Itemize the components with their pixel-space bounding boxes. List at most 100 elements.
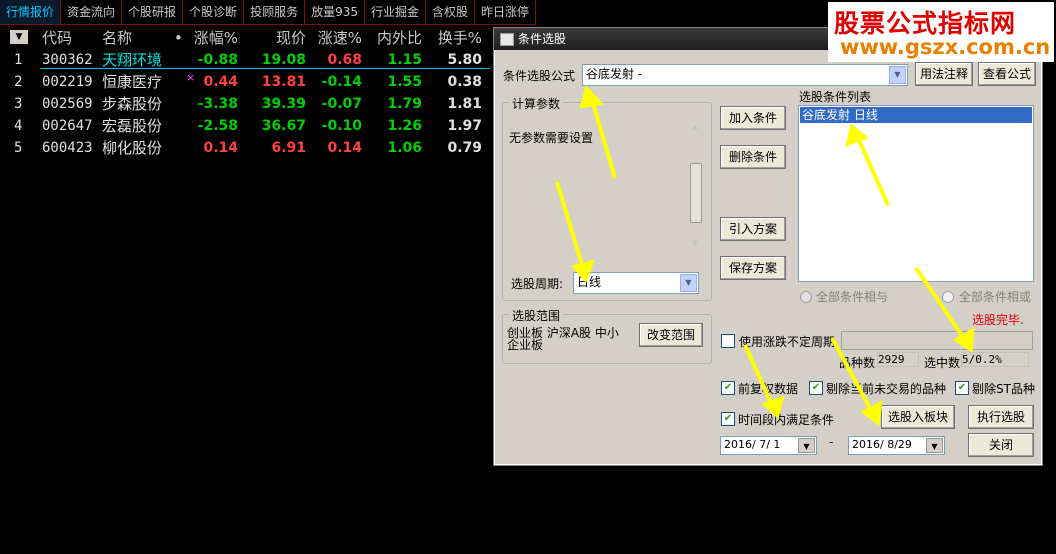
option-label[interactable]: 前复权数据 bbox=[738, 380, 798, 397]
selected-value: 5/0.2% bbox=[961, 352, 1029, 367]
row-index: 3 bbox=[14, 96, 23, 112]
selected-row-underline bbox=[40, 68, 490, 69]
formula-value: 谷底发射 - bbox=[586, 67, 643, 81]
header-change[interactable]: 涨幅% bbox=[194, 27, 238, 49]
option-checkbox[interactable]: ✔ bbox=[721, 381, 735, 395]
turnover-rate: 1.97 bbox=[447, 118, 482, 134]
condition-list-title: 选股条件列表 bbox=[799, 90, 872, 104]
condition-list[interactable]: 谷底发射 日线 bbox=[798, 105, 1034, 282]
current-price: 39.39 bbox=[261, 96, 306, 112]
tab-item[interactable]: 个股研报 bbox=[122, 0, 184, 25]
period-label: 选股周期: bbox=[511, 277, 564, 291]
header-price[interactable]: 现价 bbox=[276, 27, 306, 49]
formula-label: 条件选股公式 bbox=[503, 69, 576, 83]
selected-label: 选中数 bbox=[924, 356, 961, 370]
chevron-down-icon[interactable]: ▼ bbox=[798, 438, 815, 453]
watermark-logo: 股票公式指标网 www.gszx.com.cn bbox=[828, 2, 1054, 62]
add-condition-button[interactable]: 加入条件 bbox=[720, 106, 786, 130]
header-code[interactable]: 代码 bbox=[42, 27, 72, 49]
change-percent: -3.38 bbox=[197, 96, 238, 112]
radio-or-label[interactable]: 全部条件相或 bbox=[959, 288, 1031, 305]
close-button[interactable]: 关闭 bbox=[968, 433, 1034, 457]
stock-code: 002647 bbox=[42, 118, 93, 134]
change-percent: 0.14 bbox=[203, 140, 238, 156]
header-name[interactable]: 名称 bbox=[102, 27, 132, 49]
turnover-rate: 1.81 bbox=[447, 96, 482, 112]
in-out-ratio: 1.79 bbox=[387, 96, 422, 112]
stock-code: 002569 bbox=[42, 96, 93, 112]
use-period-label[interactable]: 使用涨跌不定周期 bbox=[739, 333, 835, 350]
stock-name: 步森股份 bbox=[102, 95, 163, 113]
table-header: ▼ 代码 名称 • 涨幅% 现价 涨速% 内外比 换手% bbox=[0, 27, 492, 49]
calc-params-title: 计算参数 bbox=[509, 95, 564, 112]
add-to-block-button[interactable]: 选股入板块 bbox=[881, 405, 955, 429]
end-date-picker[interactable]: 2016/ 8/29 ▼ bbox=[848, 436, 945, 455]
tab-item[interactable]: 放量935 bbox=[305, 0, 365, 25]
change-speed: 0.14 bbox=[327, 140, 362, 156]
period-select[interactable]: 日线 ▼ bbox=[573, 272, 699, 294]
current-price: 36.67 bbox=[261, 118, 306, 134]
option-checkbox[interactable]: ✔ bbox=[809, 381, 823, 395]
formula-select[interactable]: 谷底发射 - ▼ bbox=[582, 64, 908, 86]
header-speed[interactable]: 涨速% bbox=[318, 27, 362, 49]
status-text: 选股完毕. bbox=[972, 313, 1024, 327]
row-index: 4 bbox=[14, 118, 23, 134]
radio-or[interactable] bbox=[942, 291, 954, 303]
stock-screener-dialog: 条件选股 条件选股公式 谷底发射 - ▼ 用法注释 查看公式 计算参数 无参数需… bbox=[493, 27, 1043, 466]
range-title: 选股范围 bbox=[509, 307, 564, 324]
chevron-down-icon[interactable]: ▼ bbox=[889, 66, 906, 84]
start-date-value: 2016/ 7/ 1 bbox=[724, 438, 781, 451]
import-plan-button[interactable]: 引入方案 bbox=[720, 217, 786, 241]
tab-item[interactable]: 含权股 bbox=[426, 0, 476, 25]
change-speed: -0.07 bbox=[321, 96, 362, 112]
time-range-label[interactable]: 时间段内满足条件 bbox=[738, 411, 834, 428]
table-row[interactable]: 5 600423 柳化股份 0.14 6.91 0.14 1.06 0.79 bbox=[0, 137, 492, 159]
tab-item[interactable]: 行业掘金 bbox=[364, 0, 426, 25]
view-formula-button[interactable]: 查看公式 bbox=[978, 62, 1036, 86]
delete-condition-button[interactable]: 删除条件 bbox=[720, 145, 786, 169]
table-row[interactable]: 4 002647 宏磊股份 -2.58 36.67 -0.10 1.26 1.97 bbox=[0, 115, 492, 137]
radio-and[interactable] bbox=[800, 291, 812, 303]
option-label[interactable]: 剔除当前未交易的品种 bbox=[826, 380, 946, 397]
table-row[interactable]: 3 002569 步森股份 -3.38 39.39 -0.07 1.79 1.81 bbox=[0, 93, 492, 115]
tab-item[interactable]: 资金流向 bbox=[61, 0, 123, 25]
option-label[interactable]: 剔除ST品种 bbox=[972, 380, 1035, 397]
condition-list-item[interactable]: 谷底发射 日线 bbox=[800, 107, 1032, 123]
tab-item[interactable]: 行情报价 bbox=[0, 0, 62, 25]
count-label: 品种数 bbox=[839, 356, 876, 370]
time-range-checkbox[interactable]: ✔ bbox=[721, 412, 735, 426]
start-date-picker[interactable]: 2016/ 7/ 1 ▼ bbox=[720, 436, 817, 455]
header-ratio[interactable]: 内外比 bbox=[377, 27, 422, 49]
tab-item[interactable]: 个股诊断 bbox=[183, 0, 245, 25]
table-body: 1 300362 天翔环境 -0.88 19.08 0.68 1.15 5.80 2 002219… bbox=[0, 49, 492, 159]
quote-table: ▼ 代码 名称 • 涨幅% 现价 涨速% 内外比 换手% 1 300362 天翔环境… bbox=[0, 27, 492, 159]
header-turnover[interactable]: 换手% bbox=[438, 27, 482, 49]
change-range-button[interactable]: 改变范围 bbox=[639, 323, 703, 347]
chevron-down-icon[interactable]: ▼ bbox=[926, 438, 943, 453]
use-period-checkbox[interactable] bbox=[721, 334, 735, 348]
change-speed: -0.10 bbox=[321, 118, 362, 134]
execute-screen-button[interactable]: 执行选股 bbox=[968, 405, 1034, 429]
current-price: 13.81 bbox=[261, 74, 306, 90]
usage-notes-button[interactable]: 用法注释 bbox=[915, 62, 973, 86]
tab-item[interactable]: 昨日涨停 bbox=[475, 0, 537, 25]
tab-item[interactable]: 投顾服务 bbox=[244, 0, 306, 25]
scroll-down-icon[interactable]: ▼ bbox=[692, 239, 697, 247]
change-percent: -2.58 bbox=[197, 118, 238, 134]
radio-and-label[interactable]: 全部条件相与 bbox=[816, 288, 888, 305]
params-scrollbar[interactable]: ▲ ▼ bbox=[689, 123, 703, 247]
scroll-up-icon[interactable]: ▲ bbox=[692, 123, 697, 131]
save-plan-button[interactable]: 保存方案 bbox=[720, 256, 786, 280]
current-price: 6.91 bbox=[271, 140, 306, 156]
scroll-thumb[interactable] bbox=[690, 163, 702, 223]
in-out-ratio: 1.06 bbox=[387, 140, 422, 156]
table-row[interactable]: 2 002219 恒康医疗 0.44 13.81 -0.14 1.55 0.38 × bbox=[0, 71, 492, 93]
option-checkbox[interactable]: ✔ bbox=[955, 381, 969, 395]
chevron-down-icon[interactable]: ▼ bbox=[680, 274, 697, 292]
stock-name: 恒康医疗 bbox=[102, 73, 163, 91]
row-index: 1 bbox=[14, 52, 23, 68]
in-out-ratio: 1.55 bbox=[387, 74, 422, 90]
column-menu-button[interactable]: ▼ bbox=[10, 30, 28, 44]
turnover-rate: 0.38 bbox=[447, 74, 482, 90]
end-date-value: 2016/ 8/29 bbox=[852, 438, 912, 451]
